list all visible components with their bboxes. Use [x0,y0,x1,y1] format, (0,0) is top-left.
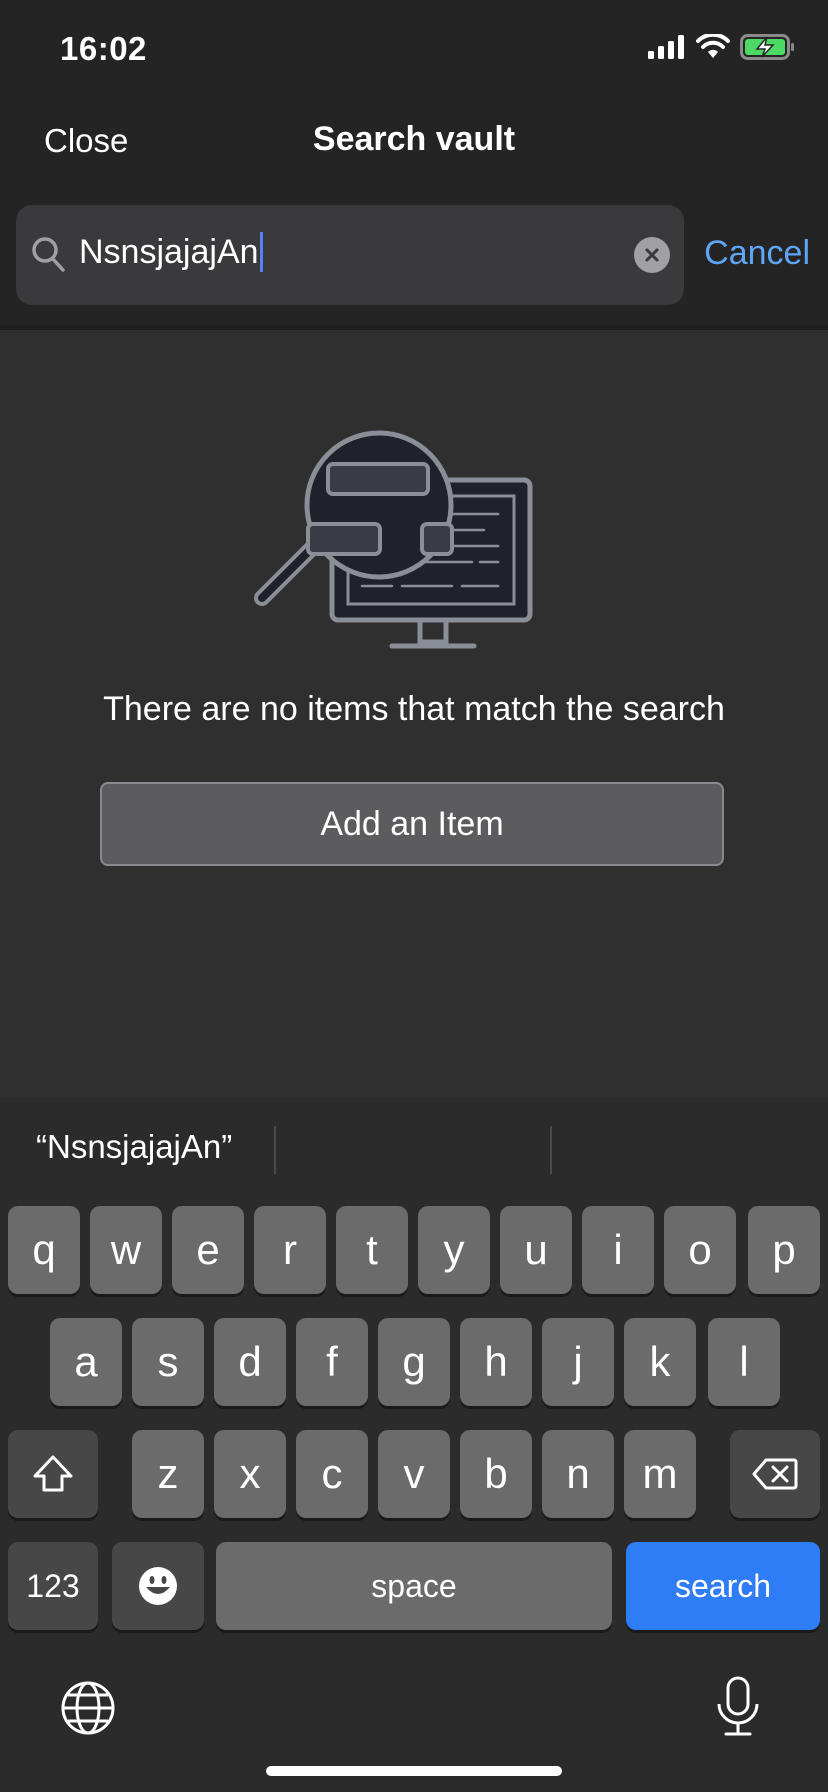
key-l[interactable]: l [708,1318,780,1406]
key-d[interactable]: d [214,1318,286,1406]
key-z[interactable]: z [132,1430,204,1518]
key-g[interactable]: g [378,1318,450,1406]
key-u[interactable]: u [500,1206,572,1294]
key-s[interactable]: s [132,1318,204,1406]
keyboard-suggestion[interactable]: “NsnsjajajAn” [36,1128,232,1166]
key-h[interactable]: h [460,1318,532,1406]
add-item-button[interactable]: Add an Item [100,782,724,866]
text-cursor [259,232,263,273]
key-k[interactable]: k [624,1318,696,1406]
key-x[interactable]: x [214,1430,286,1518]
key-j[interactable]: j [542,1318,614,1406]
top-bar: 16:02 Close Search vault NsnsjajajAn Can… [0,0,828,328]
search-icon [32,237,65,272]
globe-icon[interactable] [60,1680,116,1736]
status-icons [648,34,796,60]
suggestion-divider [274,1126,276,1174]
key-v[interactable]: v [378,1430,450,1518]
space-key[interactable]: space [216,1542,612,1630]
key-y[interactable]: y [418,1206,490,1294]
search-input[interactable]: NsnsjajajAn [16,205,684,305]
key-r[interactable]: r [254,1206,326,1294]
suggestion-divider [550,1126,552,1174]
backspace-key[interactable] [730,1430,820,1518]
key-p[interactable]: p [748,1206,820,1294]
cancel-button[interactable]: Cancel [704,234,810,273]
status-time: 16:02 [60,30,147,67]
page-title: Search vault [312,120,516,158]
emoji-icon [139,1567,177,1605]
search-key[interactable]: search [626,1542,820,1630]
key-i[interactable]: i [582,1206,654,1294]
no-results-illustration [254,430,533,649]
clear-icon [645,248,659,262]
shift-icon [33,1455,73,1492]
key-a[interactable]: a [50,1318,122,1406]
numbers-key[interactable]: 123 [8,1542,98,1630]
key-m[interactable]: m [624,1430,696,1518]
microphone-icon[interactable] [714,1676,762,1738]
no-results-message: There are no items that match the search [103,690,725,728]
key-n[interactable]: n [542,1430,614,1518]
key-e[interactable]: e [172,1206,244,1294]
search-input-text: NsnsjajajAn [79,232,263,273]
backspace-icon [752,1458,798,1490]
header-divider [0,326,828,330]
shift-key[interactable] [8,1430,98,1518]
key-b[interactable]: b [460,1430,532,1518]
key-f[interactable]: f [296,1318,368,1406]
home-indicator [266,1766,562,1776]
key-t[interactable]: t [336,1206,408,1294]
key-c[interactable]: c [296,1430,368,1518]
wifi-icon [696,34,730,58]
key-o[interactable]: o [664,1206,736,1294]
key-w[interactable]: w [90,1206,162,1294]
clear-search-button[interactable] [634,237,670,273]
search-value: NsnsjajajAn [79,233,259,271]
battery-charging-icon [740,34,794,60]
emoji-key[interactable] [112,1542,204,1630]
key-q[interactable]: q [8,1206,80,1294]
signal-icon [648,35,684,59]
keyboard: “NsnsjajajAn” q w e r t y u i o p a s d … [0,1098,828,1792]
